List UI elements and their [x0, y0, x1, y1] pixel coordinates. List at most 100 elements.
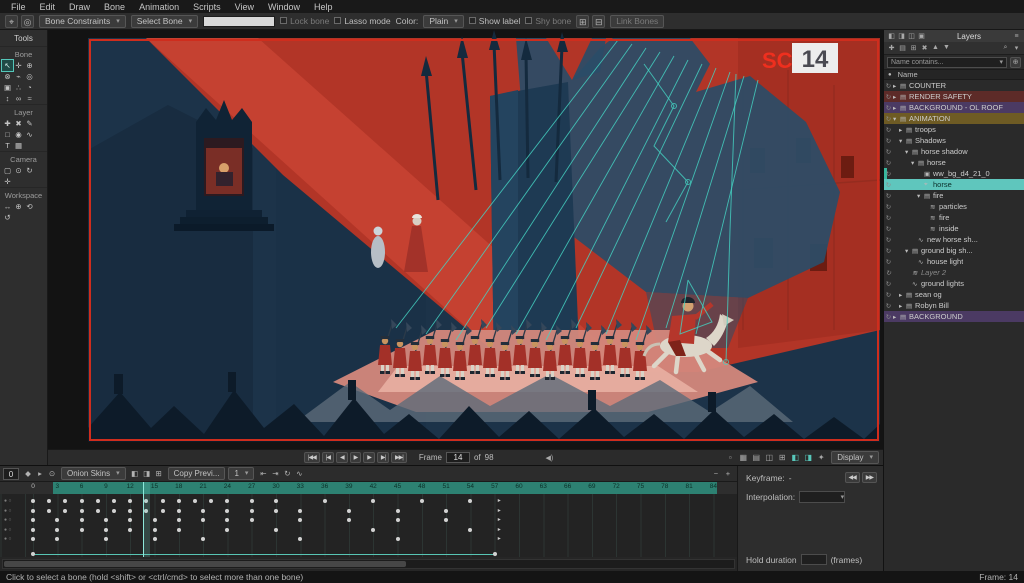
- keyframe-dot[interactable]: [128, 509, 132, 513]
- wireframe-icon[interactable]: ▦: [737, 453, 749, 462]
- timeline-ruler[interactable]: 0369121518212427303336394245485154576063…: [0, 482, 737, 494]
- display-dropdown[interactable]: Display: [831, 451, 879, 464]
- keyframe-dot[interactable]: [55, 537, 59, 541]
- show-bones-icon[interactable]: ⌖: [5, 15, 18, 28]
- timeline-scrollbar[interactable]: [2, 559, 735, 569]
- keyframe-dot[interactable]: [31, 518, 35, 522]
- layer-row-particles[interactable]: ↻≋particles: [884, 201, 1024, 212]
- keyframe-dot[interactable]: [177, 499, 181, 503]
- keyframe-dot[interactable]: [396, 537, 400, 541]
- duplicate-layer-button[interactable]: ⊞: [909, 44, 918, 52]
- track-visibility-icon[interactable]: ● ○: [4, 527, 11, 533]
- frame-input[interactable]: [446, 452, 470, 463]
- menu-scripts[interactable]: Scripts: [186, 2, 228, 12]
- layer-row-counter[interactable]: ↻▸▤COUNTER: [884, 80, 1024, 91]
- link-bones-button[interactable]: Link Bones: [610, 15, 664, 28]
- float-panel-icon[interactable]: ◫: [907, 32, 916, 40]
- keyframe-dot[interactable]: [177, 509, 181, 513]
- keyframe-dot[interactable]: [128, 528, 132, 532]
- layer-row-fire[interactable]: ↻≋fire: [884, 212, 1024, 223]
- keyframe-dot[interactable]: [396, 518, 400, 522]
- keyframe-step-icon[interactable]: ▸: [34, 469, 46, 478]
- bone-constraints-tool[interactable]: ∞: [13, 93, 24, 104]
- bind-points-tool[interactable]: ∴: [13, 82, 24, 93]
- keyframe-dot[interactable]: [80, 509, 84, 513]
- menu-window[interactable]: Window: [261, 2, 307, 12]
- stereo-icon[interactable]: ◧: [789, 453, 801, 462]
- keyframe-dot[interactable]: [80, 518, 84, 522]
- delete-bone-tool[interactable]: ⊗: [2, 71, 13, 82]
- layer-row-new-horse-sh-[interactable]: ↻∿new horse sh...: [884, 234, 1024, 245]
- offset-bone-tool[interactable]: ↕: [2, 93, 13, 104]
- interpolation-dropdown[interactable]: [799, 491, 845, 503]
- step-back-button[interactable]: ◀: [336, 452, 348, 463]
- pan-workspace-tool[interactable]: ↔: [2, 201, 13, 212]
- track-visibility-icon[interactable]: ● ○: [4, 508, 11, 514]
- layer-expand-arrow[interactable]: ▸: [893, 93, 900, 101]
- layer-row-ground-lights[interactable]: ↻∿ground lights: [884, 278, 1024, 289]
- menu-draw[interactable]: Draw: [62, 2, 97, 12]
- layer-animate-icon[interactable]: ↻: [884, 236, 893, 244]
- track-visibility-icon[interactable]: ● ○: [4, 498, 11, 504]
- track-camera-tool[interactable]: ▢: [2, 165, 13, 176]
- layer-expand-arrow[interactable]: ▸: [893, 82, 900, 90]
- go-end-button[interactable]: ▶▶|: [391, 452, 407, 463]
- hold-duration-input[interactable]: [801, 554, 827, 565]
- keyframe-dot[interactable]: [161, 509, 165, 513]
- keyframe-dot[interactable]: [347, 509, 351, 513]
- autokey-icon[interactable]: ⊙: [46, 469, 58, 478]
- new-folder-button[interactable]: ▤: [898, 44, 907, 52]
- keyframe-dot[interactable]: [209, 499, 213, 503]
- keyframe-dot[interactable]: [47, 509, 51, 513]
- keyframe-dot[interactable]: [55, 528, 59, 532]
- shape-select-tool[interactable]: ▦: [13, 140, 24, 151]
- keyframe-dot[interactable]: [468, 499, 472, 503]
- keyframe-dot[interactable]: [153, 537, 157, 541]
- layer-animate-icon[interactable]: ↻: [884, 148, 893, 156]
- keyframe-dot[interactable]: [128, 518, 132, 522]
- bone-dynamics-tool[interactable]: ≈: [24, 93, 35, 104]
- layer-animate-icon[interactable]: ↻: [884, 104, 893, 112]
- layer-expand-arrow[interactable]: ▾: [917, 192, 924, 200]
- grid-icon[interactable]: ⊞: [776, 453, 788, 462]
- search-icon[interactable]: ⌕: [1001, 44, 1010, 52]
- layer-row-horse-shadow[interactable]: ↻▾▤horse shadow: [884, 146, 1024, 157]
- layer-animate-icon[interactable]: ↻: [884, 181, 893, 189]
- rest-frame-box[interactable]: 0: [3, 468, 19, 480]
- marker-out-icon[interactable]: ⇥: [269, 469, 281, 478]
- keyframe-add-icon[interactable]: ◆: [22, 469, 34, 478]
- layer-filter-dropdown[interactable]: Name contains...: [887, 57, 1007, 68]
- menu-view[interactable]: View: [228, 2, 261, 12]
- keyframe-dot[interactable]: [298, 509, 302, 513]
- keyframe-dot[interactable]: [80, 528, 84, 532]
- timeline-zoom-in-icon[interactable]: +: [722, 469, 734, 478]
- graph-mode-icon[interactable]: ∿: [293, 469, 305, 478]
- keyframe-dot[interactable]: [225, 509, 229, 513]
- canvas-viewport[interactable]: SC 14: [48, 30, 883, 449]
- channel-spinner[interactable]: 1: [228, 467, 254, 480]
- layer-expand-arrow[interactable]: ▾: [905, 247, 912, 255]
- transform-bone-tool[interactable]: ✛: [13, 60, 24, 71]
- mirror-view-icon[interactable]: ◫: [763, 453, 775, 462]
- collapse-all-icon[interactable]: ▾: [1012, 44, 1021, 52]
- keyframe-dot[interactable]: [493, 552, 497, 556]
- layer-row-background[interactable]: ↻▸▤BACKGROUND: [884, 311, 1024, 322]
- keyframe-dot[interactable]: [225, 499, 229, 503]
- layer-row-house-light[interactable]: ↻∿house light: [884, 256, 1024, 267]
- scrollbar-handle[interactable]: [4, 561, 406, 567]
- copy-previous-button[interactable]: Copy Previ...: [168, 467, 226, 480]
- keyframe-dot[interactable]: [371, 528, 375, 532]
- layer-animate-icon[interactable]: ↻: [884, 291, 893, 299]
- layer-animate-icon[interactable]: ↻: [884, 214, 893, 222]
- layer-animate-icon[interactable]: ↻: [884, 82, 893, 90]
- bone-strength-icon[interactable]: ◎: [21, 15, 34, 28]
- layer-animate-icon[interactable]: ↻: [884, 258, 893, 266]
- flip-v-icon[interactable]: ⊟: [592, 15, 605, 28]
- layer-animate-icon[interactable]: ↻: [884, 137, 893, 145]
- zoom-workspace-tool[interactable]: ⊕: [13, 201, 24, 212]
- smart-bone-dial-tool[interactable]: ◔: [24, 82, 35, 93]
- curvature-tool[interactable]: ∿: [24, 129, 35, 140]
- keyframe-dot[interactable]: [177, 528, 181, 532]
- move-layer-up-button[interactable]: ▲: [931, 44, 940, 52]
- select-bone-tool[interactable]: ↖: [2, 60, 13, 71]
